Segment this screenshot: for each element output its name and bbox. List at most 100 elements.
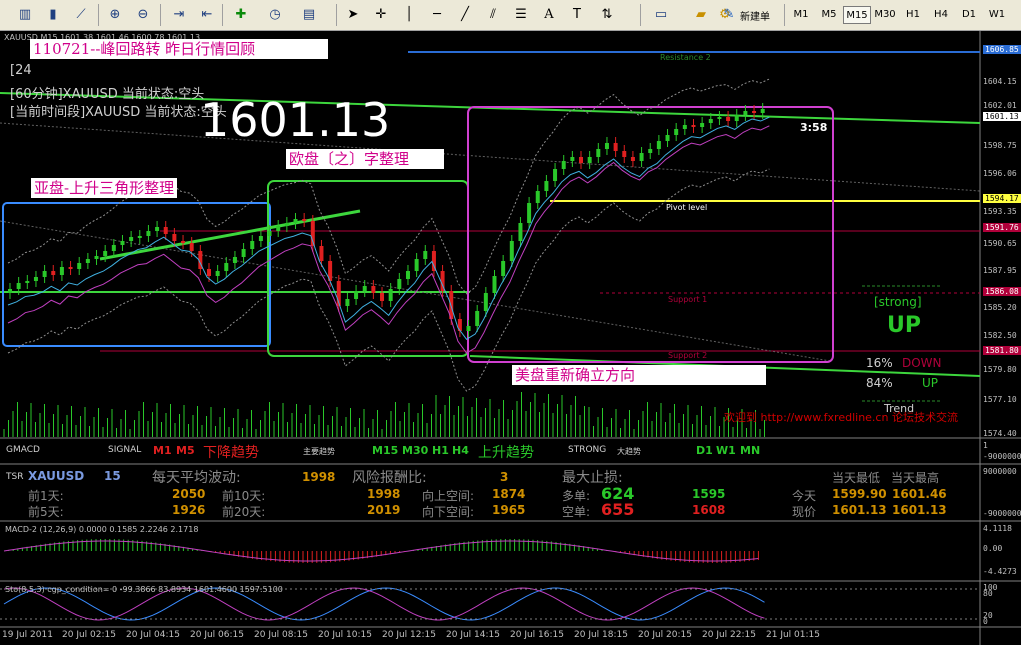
tf-m15[interactable]: M15: [843, 6, 871, 24]
strong-label: [strong]: [874, 295, 922, 309]
trendline-icon[interactable]: ╱: [454, 3, 476, 25]
zoom-in-icon[interactable]: ⊕: [104, 3, 126, 25]
window-icon[interactable]: ▭: [650, 3, 672, 25]
gmacd-m30: M30: [402, 444, 429, 457]
text-icon[interactable]: A: [538, 3, 560, 25]
new-order-button[interactable]: 新建单: [740, 8, 770, 23]
tf-m1[interactable]: M1: [788, 6, 814, 22]
candle-chart-icon[interactable]: ▮: [42, 3, 64, 25]
bar-chart-icon[interactable]: ▥: [14, 3, 36, 25]
gmacd-d1: D1: [696, 444, 713, 457]
tf-w1[interactable]: W1: [984, 6, 1010, 22]
tsr-axis-top: 9000000: [983, 467, 1017, 476]
candle-body: [587, 157, 592, 163]
price-axis-label: 1601.13: [983, 112, 1021, 121]
annotation-title: 110721--峰回路转 昨日行情回顾: [30, 39, 328, 59]
candle-body: [570, 157, 575, 161]
candle-body: [345, 299, 350, 306]
down-pct: 16%: [866, 356, 893, 370]
tsr-symbol: XAUUSD: [28, 469, 85, 483]
support2-label: Support 2: [668, 351, 708, 360]
price-chart-svg[interactable]: [0, 31, 1021, 645]
tf-h1[interactable]: H1: [900, 6, 926, 22]
price-axis-label: 1579.80: [983, 365, 1017, 374]
crosshair-icon[interactable]: ✛: [370, 3, 392, 25]
periods-icon[interactable]: ◷: [264, 3, 286, 25]
fibonacci-icon[interactable]: ☰: [510, 3, 532, 25]
tsr-sell-value: 655: [601, 500, 635, 519]
candle-body: [224, 263, 229, 271]
price-axis-label: 1596.06: [983, 169, 1017, 178]
candle-body: [250, 241, 255, 249]
chart-window[interactable]: XAUUSD,M15 1601.38 1601.46 1600.78 1601.…: [0, 31, 1021, 645]
candle-body: [509, 241, 514, 261]
label-icon[interactable]: T: [566, 3, 588, 25]
info-line-2: [60分钟]XAUUSD 当前状态:空头: [10, 87, 205, 102]
watermark[interactable]: 欢迎到 http://www.fxredline.cn 论坛技术交流: [724, 409, 958, 425]
new-order-icon[interactable]: ✎: [718, 3, 740, 25]
candle-body: [553, 169, 558, 181]
candle-body: [613, 143, 618, 151]
gmacd-strong: STRONG: [568, 445, 607, 455]
candle-body: [648, 149, 653, 153]
gmacd-m15: M15: [372, 444, 399, 457]
candle-body: [691, 125, 696, 127]
candle-body: [146, 231, 151, 236]
tf-d1[interactable]: D1: [956, 6, 982, 22]
arrows-icon[interactable]: ⇅: [596, 3, 618, 25]
horizontal-line-icon[interactable]: ─: [426, 3, 448, 25]
folder-icon[interactable]: ▰: [690, 3, 712, 25]
gmacd-big-trend: 大趋势: [617, 447, 641, 456]
macd-label: MACD-2 (12,26,9) 0.0000 0.1585 2.2246 2.…: [5, 525, 199, 534]
tf-m5[interactable]: M5: [816, 6, 842, 22]
candle-body: [51, 271, 56, 275]
templates-icon[interactable]: ▤: [298, 3, 320, 25]
vertical-line-icon[interactable]: │: [398, 3, 420, 25]
candle-body: [172, 234, 177, 241]
candle-body: [492, 276, 497, 293]
candle-body: [397, 279, 402, 289]
candle-body: [293, 219, 298, 223]
candle-body: [33, 277, 38, 281]
candle-body: [561, 161, 566, 169]
gmacd-axis-top: 1: [983, 441, 988, 450]
countdown: 3:58: [800, 121, 828, 134]
candle-body: [267, 231, 272, 236]
time-axis-label: 20 Jul 18:15: [574, 630, 628, 640]
gmacd-m1: M1: [153, 444, 172, 457]
gmacd-signal: SIGNAL: [108, 445, 142, 455]
candle-body: [258, 236, 263, 241]
pivot-label: Pivot level: [666, 203, 708, 212]
autoscroll-icon[interactable]: ⇥: [168, 3, 190, 25]
price-axis-label: 1604.15: [983, 77, 1017, 86]
candle-body: [466, 326, 471, 331]
info-line-1: [24: [10, 63, 32, 78]
line-chart-icon[interactable]: ⟋: [70, 3, 92, 25]
tf-h4[interactable]: H4: [928, 6, 954, 22]
tsr-upspace-value: 1874: [492, 487, 526, 501]
price-axis-label: 1585.20: [983, 303, 1017, 312]
tsr-prev20-label: 前20天:: [222, 505, 266, 519]
candle-body: [535, 191, 540, 203]
candle-body: [232, 257, 237, 263]
indicators-icon[interactable]: ✚: [230, 3, 252, 25]
candle-body: [42, 271, 47, 277]
tsr-sell-label: 空单:: [562, 505, 591, 519]
chart-shift-icon[interactable]: ⇤: [196, 3, 218, 25]
tf-m30[interactable]: M30: [872, 6, 898, 22]
zoom-out-icon[interactable]: ⊖: [132, 3, 154, 25]
tsr-now-low: 1601.13: [832, 503, 887, 517]
candle-body: [206, 269, 211, 276]
price-axis-label: 1582.50: [983, 331, 1017, 340]
candle-body: [423, 251, 428, 259]
sto-axis-0: 0: [983, 617, 988, 626]
candle-body: [181, 241, 186, 243]
tsr-period: 15: [104, 469, 121, 483]
channel-icon[interactable]: ⫽: [482, 3, 504, 25]
tsr-upspace-label: 向上空间:: [422, 489, 475, 503]
candle-body: [59, 267, 64, 275]
candle-body: [388, 289, 393, 301]
cursor-icon[interactable]: ➤: [342, 3, 364, 25]
time-axis-label: 20 Jul 02:15: [62, 630, 116, 640]
candle-body: [276, 226, 281, 231]
